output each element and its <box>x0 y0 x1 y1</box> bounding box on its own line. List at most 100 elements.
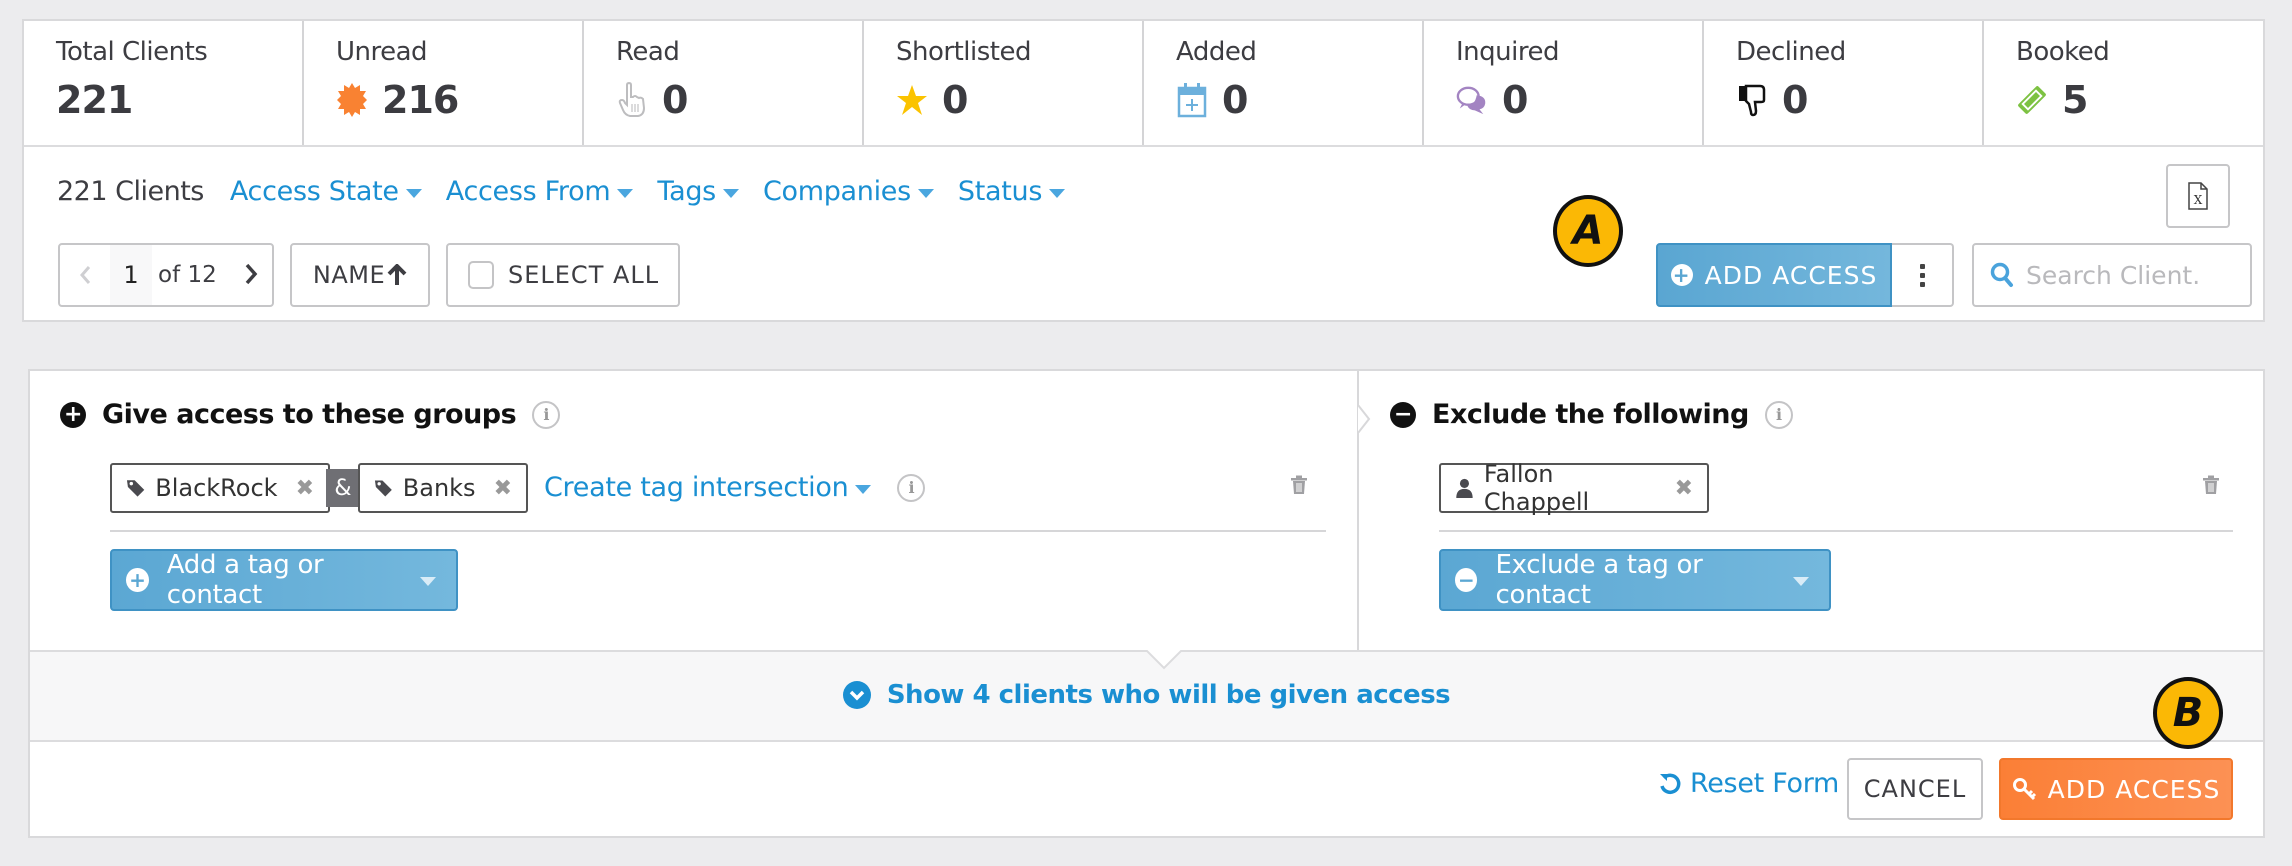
next-page-button[interactable] <box>244 259 258 292</box>
create-tag-intersection-link[interactable]: Create tag intersection i <box>544 472 926 503</box>
thumbs-down-icon <box>1736 82 1768 118</box>
caret-down-icon <box>405 188 422 198</box>
divider-notch <box>1357 405 1371 433</box>
caret-down-icon <box>1049 188 1066 198</box>
show-clients-toggle[interactable]: Show 4 clients who will be given access <box>30 680 2263 710</box>
stat-label: Inquired <box>1456 37 1559 67</box>
trash-icon[interactable] <box>2202 475 2220 495</box>
info-icon[interactable]: i <box>1764 400 1793 429</box>
export-excel-button[interactable]: X <box>2166 164 2230 228</box>
filter-label: Status <box>957 176 1043 207</box>
select-all-label: SELECT ALL <box>508 261 660 289</box>
intersection-link-label: Create tag intersection <box>544 472 849 503</box>
stats-row: Total Clients 221 Unread 216 Read 0 Shor… <box>24 21 2263 147</box>
tag-chip-banks: Banks ✖ <box>358 463 528 513</box>
stat-value: 0 <box>1222 78 1248 122</box>
remove-contact-icon[interactable]: ✖ <box>1675 476 1693 501</box>
stat-shortlisted[interactable]: Shortlisted 0 <box>864 21 1144 145</box>
stat-declined[interactable]: Declined 0 <box>1704 21 1984 145</box>
contact-label: Fallon Chappell <box>1483 460 1590 516</box>
pagination: 1 of 12 <box>58 243 274 307</box>
reset-form-link[interactable]: Reset Form <box>1658 768 1839 799</box>
minus-circle-icon: − <box>1455 568 1478 592</box>
exclude-tag-or-contact-button[interactable]: − Exclude a tag or contact <box>1439 549 1831 611</box>
caret-down-icon <box>855 484 872 494</box>
submit-label: ADD ACCESS <box>2047 774 2221 804</box>
bar-notch <box>1146 650 1182 670</box>
search-input[interactable] <box>2026 260 2246 290</box>
tag-intersection-symbol: & <box>326 469 360 507</box>
filter-label: Companies <box>762 176 911 207</box>
calendar-plus-icon <box>1176 82 1208 118</box>
arrow-up-icon <box>387 264 407 285</box>
stat-unread[interactable]: Unread 216 <box>304 21 584 145</box>
remove-tag-icon[interactable]: ✖ <box>494 476 512 501</box>
add-tag-or-contact-button[interactable]: + Add a tag or contact <box>110 549 458 611</box>
filter-tags[interactable]: Tags <box>657 176 739 207</box>
star-icon <box>896 82 928 118</box>
plus-circle-icon: + <box>1670 264 1693 286</box>
stat-value: 0 <box>662 78 688 122</box>
add-access-button[interactable]: + ADD ACCESS <box>1656 243 1892 307</box>
pointer-hand-icon <box>616 82 648 118</box>
submit-add-access-button[interactable]: ADD ACCESS <box>1999 758 2233 820</box>
chat-bubbles-icon <box>1456 82 1488 118</box>
filter-status[interactable]: Status <box>957 176 1066 207</box>
chevron-left-icon <box>80 266 91 284</box>
annotation-marker-a: A <box>1553 195 1623 267</box>
select-all-button[interactable]: SELECT ALL <box>446 243 680 307</box>
stat-value: 0 <box>1782 78 1808 122</box>
stat-label: Booked <box>2016 37 2110 67</box>
filter-access-state[interactable]: Access State <box>230 176 422 207</box>
tag-icon <box>126 480 145 497</box>
filter-companies[interactable]: Companies <box>763 176 934 207</box>
stat-inquired[interactable]: Inquired 0 <box>1424 21 1704 145</box>
tag-chip-blackrock: BlackRock ✖ <box>110 463 330 513</box>
remove-tag-icon[interactable]: ✖ <box>296 476 314 501</box>
stat-value: 221 <box>56 78 133 122</box>
filter-access-from[interactable]: Access From <box>446 176 634 207</box>
reset-form-label: Reset Form <box>1690 768 1840 799</box>
plus-circle-icon: + <box>126 568 149 592</box>
minus-circle-icon: − <box>1390 401 1416 428</box>
stat-value: 0 <box>1502 78 1528 122</box>
sort-label: NAME <box>312 261 386 289</box>
page-number-input[interactable]: 1 <box>110 245 152 305</box>
give-access-title: Give access to these groups <box>102 399 517 430</box>
svg-text:X: X <box>2194 193 2203 207</box>
exclude-tag-label: Exclude a tag or contact <box>1495 550 1703 610</box>
caret-down-icon <box>1793 577 1809 586</box>
page-total: of 12 <box>158 262 217 288</box>
preview-bar: Show 4 clients who will be given access <box>30 650 2263 742</box>
annotation-marker-b: B <box>2153 677 2223 749</box>
stat-read[interactable]: Read 0 <box>584 21 864 145</box>
more-options-button[interactable] <box>1892 243 1954 307</box>
select-all-checkbox[interactable] <box>468 261 494 289</box>
stat-added[interactable]: Added 0 <box>1144 21 1424 145</box>
contact-chip-fallon-chappell: Fallon Chappell ✖ <box>1439 460 1709 516</box>
stat-total-clients[interactable]: Total Clients 221 <box>24 21 304 145</box>
vertical-dots-icon <box>1919 263 1925 287</box>
chevron-right-icon <box>245 263 258 284</box>
filter-label: Access From <box>445 176 611 207</box>
prev-page-button[interactable] <box>60 245 110 305</box>
tag-label: Banks <box>402 474 476 502</box>
ticket-icon <box>2016 82 2048 118</box>
stat-label: Declined <box>1736 37 1846 67</box>
sort-name-button[interactable]: NAME <box>290 243 430 307</box>
trash-icon[interactable] <box>1290 475 1308 495</box>
chevron-down-circle-icon <box>842 681 871 709</box>
filter-label: Access State <box>229 176 399 207</box>
person-icon <box>1456 478 1473 498</box>
add-access-split-button: + ADD ACCESS <box>1656 243 1954 307</box>
search-clients-field[interactable] <box>1972 243 2252 307</box>
cancel-button[interactable]: CANCEL <box>1847 758 1983 820</box>
caret-down-icon <box>917 188 934 198</box>
stat-label: Read <box>616 37 680 67</box>
info-icon[interactable]: i <box>897 473 926 502</box>
starburst-icon <box>336 82 368 118</box>
add-tag-label: Add a tag or contact <box>166 550 324 610</box>
show-clients-label: Show 4 clients who will be given access <box>886 680 1451 710</box>
info-icon[interactable]: i <box>532 400 561 429</box>
stat-booked[interactable]: Booked 5 <box>1984 21 2263 145</box>
